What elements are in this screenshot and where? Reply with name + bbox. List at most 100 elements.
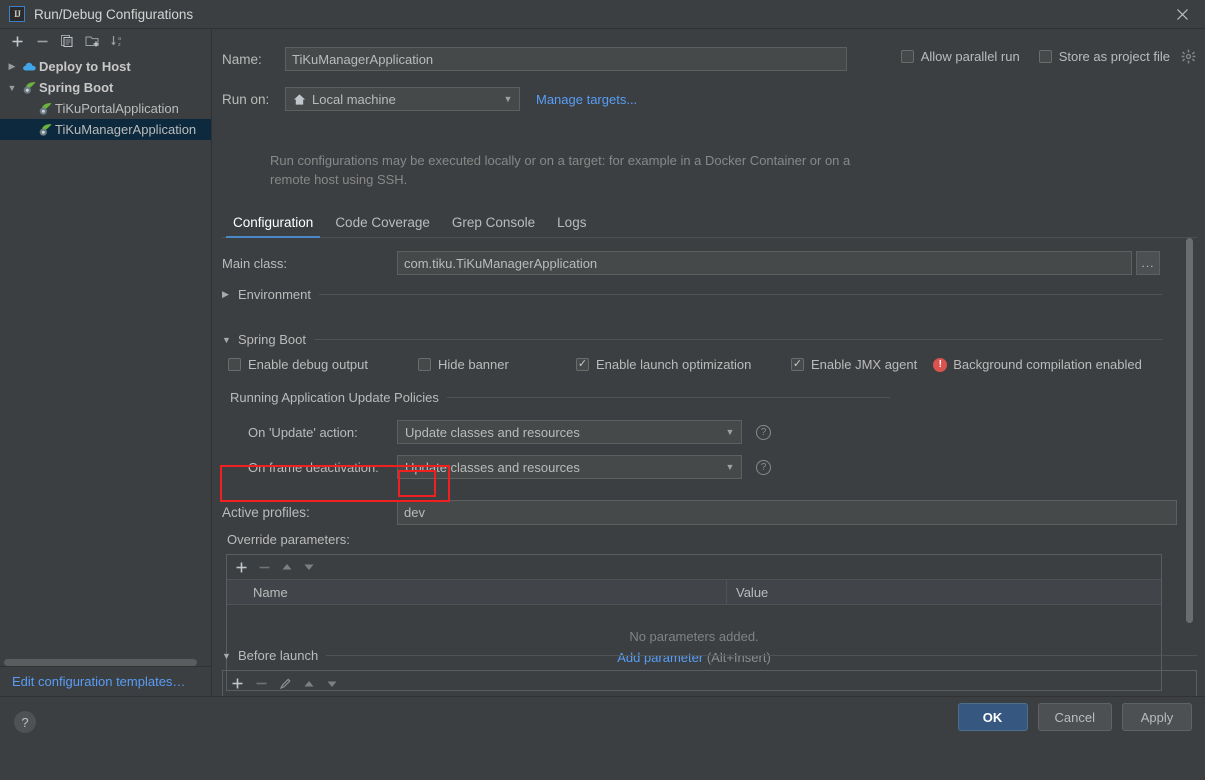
hide-banner-checkbox[interactable]: Hide banner: [418, 357, 576, 372]
enable-debug-output-checkbox[interactable]: Enable debug output: [228, 357, 418, 372]
new-folder-button[interactable]: [81, 31, 103, 51]
before-launch-section-header[interactable]: ▼ Before launch: [222, 648, 1197, 663]
parameters-table-header: Name Value: [227, 580, 1161, 605]
chevron-right-icon[interactable]: ▶: [222, 289, 238, 300]
sidebar-horizontal-scrollbar[interactable]: [4, 659, 197, 666]
chevron-down-icon[interactable]: ▼: [4, 83, 20, 93]
name-label: Name:: [222, 51, 262, 67]
minus-icon: [259, 566, 270, 568]
ok-button[interactable]: OK: [957, 703, 1028, 731]
on-frame-deactivation-row: On frame deactivation: Update classes an…: [222, 455, 771, 479]
tree-item-label: Spring Boot: [39, 80, 114, 95]
tree-item-label: Deploy to Host: [39, 59, 131, 74]
help-button[interactable]: ?: [14, 711, 36, 733]
before-launch-toolbar: [222, 670, 1197, 696]
svg-text:z: z: [118, 42, 121, 48]
chevron-right-icon[interactable]: ▶: [4, 61, 20, 72]
minus-icon: [37, 40, 47, 42]
pencil-icon: [279, 678, 291, 690]
bl-add-button[interactable]: [231, 677, 244, 690]
move-down-button[interactable]: [303, 561, 315, 573]
tree-item-deploy-to-host[interactable]: ▶ Deploy to Host: [0, 56, 211, 77]
dialog-footer: ? OK Cancel Apply: [0, 696, 1205, 780]
add-configuration-button[interactable]: [6, 31, 28, 51]
tab-code-coverage[interactable]: Code Coverage: [324, 215, 441, 237]
checkbox-box: [228, 358, 241, 371]
parameters-table-toolbar: [227, 555, 1161, 580]
dialog-title: Run/Debug Configurations: [34, 6, 194, 22]
sort-configurations-button[interactable]: a z: [106, 31, 128, 51]
environment-section-title: Environment: [238, 287, 311, 302]
bl-move-up-button[interactable]: [303, 678, 315, 690]
on-update-action-select[interactable]: Update classes and resources ▼: [397, 420, 742, 444]
chevron-down-icon[interactable]: ▼: [222, 335, 238, 345]
main-class-row: Main class: com.tiku.TiKuManagerApplicat…: [222, 251, 1160, 275]
store-as-project-file-checkbox[interactable]: Store as project file: [1038, 49, 1196, 64]
tree-item-tikumanagerapplication[interactable]: TiKuManagerApplication: [0, 119, 211, 140]
bl-remove-button[interactable]: [255, 677, 268, 690]
minus-icon: [256, 682, 267, 685]
chevron-down-icon[interactable]: ▼: [222, 651, 238, 661]
bl-edit-button[interactable]: [279, 677, 292, 690]
configurations-tree[interactable]: ▶ Deploy to Host ▼ Spring Boot TiKuPorta…: [0, 56, 211, 140]
tab-configuration[interactable]: Configuration: [222, 215, 324, 238]
tab-logs[interactable]: Logs: [546, 215, 597, 237]
tree-item-label: TiKuManagerApplication: [55, 122, 197, 137]
title-bar: IJ Run/Debug Configurations: [0, 0, 1205, 29]
run-on-select[interactable]: Local machine ▼: [285, 87, 520, 111]
run-on-value: Local machine: [312, 91, 396, 107]
name-input[interactable]: TiKuManagerApplication: [285, 47, 847, 71]
update-policies-section-header: Running Application Update Policies: [230, 390, 890, 405]
enable-jmx-agent-label: Enable JMX agent: [811, 357, 918, 372]
help-icon[interactable]: ?: [756, 459, 771, 475]
cloud-icon: [20, 60, 38, 73]
before-launch-title: Before launch: [238, 648, 319, 663]
browse-main-class-button[interactable]: ...: [1136, 251, 1160, 275]
move-up-button[interactable]: [281, 561, 293, 573]
close-icon[interactable]: [1160, 0, 1205, 29]
configuration-content: Name: TiKuManagerApplication Allow paral…: [213, 29, 1205, 696]
on-update-action-row: On 'Update' action: Update classes and r…: [222, 420, 771, 444]
enable-launch-optimization-checkbox[interactable]: Enable launch optimization: [576, 357, 791, 372]
add-parameter-button[interactable]: [235, 561, 248, 574]
top-checkboxes: Allow parallel run Store as project file: [900, 49, 1196, 64]
remove-configuration-button[interactable]: [31, 31, 53, 51]
run-on-description: Run configurations may be executed local…: [270, 153, 851, 187]
help-icon[interactable]: ?: [756, 424, 771, 440]
allow-parallel-run-checkbox[interactable]: Allow parallel run: [900, 49, 1020, 64]
environment-section-header[interactable]: ▶ Environment: [222, 287, 1162, 302]
gear-icon[interactable]: [1181, 49, 1196, 64]
run-debug-configurations-dialog: IJ Run/Debug Configurations a z ▶ Deploy…: [0, 0, 1205, 780]
copy-configuration-button[interactable]: [56, 31, 78, 51]
tree-item-spring-boot[interactable]: ▼ Spring Boot: [0, 77, 211, 98]
background-compilation-label: Background compilation enabled: [953, 357, 1142, 372]
column-header-value[interactable]: Value: [727, 585, 1161, 600]
error-icon: !: [933, 357, 948, 372]
plus-icon: [236, 562, 247, 572]
active-profiles-label: Active profiles:: [222, 505, 310, 520]
edit-configuration-templates-link[interactable]: Edit configuration templates…: [12, 674, 185, 689]
main-class-input[interactable]: com.tiku.TiKuManagerApplication: [397, 251, 1132, 275]
tree-item-tikuportalapplication[interactable]: TiKuPortalApplication: [0, 98, 211, 119]
tree-item-label: TiKuPortalApplication: [55, 101, 179, 116]
remove-parameter-button[interactable]: [258, 561, 271, 574]
settings-vertical-scrollbar[interactable]: [1186, 238, 1193, 623]
spring-boot-section-header[interactable]: ▼ Spring Boot: [222, 332, 1162, 347]
hide-banner-label: Hide banner: [438, 357, 509, 372]
cancel-button[interactable]: Cancel: [1037, 703, 1112, 731]
enable-debug-output-label: Enable debug output: [248, 357, 368, 372]
sidebar-toolbar: a z: [0, 29, 211, 53]
manage-targets-link[interactable]: Manage targets...: [536, 92, 637, 107]
apply-button[interactable]: Apply: [1122, 703, 1192, 731]
dialog-buttons: OK Cancel Apply: [957, 703, 1192, 731]
arrow-down-icon: [304, 564, 314, 570]
bl-move-down-button[interactable]: [326, 678, 338, 690]
on-frame-deactivation-select[interactable]: Update classes and resources ▼: [397, 455, 742, 479]
spring-leaf-icon: [36, 123, 54, 137]
active-profiles-input[interactable]: dev: [397, 500, 1177, 525]
settings-scroll-pane: Main class: com.tiku.TiKuManagerApplicat…: [222, 238, 1197, 696]
tab-grep-console[interactable]: Grep Console: [441, 215, 546, 237]
column-header-name[interactable]: Name: [227, 580, 727, 604]
section-divider: [313, 339, 1162, 340]
enable-jmx-agent-checkbox[interactable]: Enable JMX agent: [791, 357, 917, 372]
